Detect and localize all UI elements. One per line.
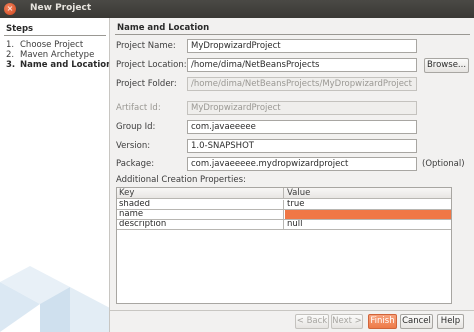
project-name-input[interactable]: [187, 39, 417, 53]
project-location-label: Project Location:: [116, 60, 187, 70]
version-label: Version:: [116, 141, 151, 151]
name-and-location-panel: Name and Location Project Name: Project …: [111, 18, 474, 310]
netbeans-watermark-icon: [0, 266, 109, 332]
project-folder-input: [187, 77, 417, 91]
table-cell-value-selected[interactable]: [285, 210, 451, 219]
close-icon[interactable]: ×: [4, 3, 16, 15]
back-button[interactable]: < Back: [295, 314, 329, 329]
column-header-value[interactable]: Value: [285, 188, 451, 199]
window-titlebar: × New Project: [0, 0, 474, 18]
artifact-id-label: Artifact Id:: [116, 103, 161, 113]
step-item-name-and-location: 3. Name and Location: [6, 60, 110, 70]
table-cell-value[interactable]: true: [285, 200, 451, 209]
table-cell-key[interactable]: shaded: [117, 200, 284, 209]
finish-button[interactable]: Finish: [368, 314, 397, 329]
artifact-id-input: [187, 101, 417, 115]
step-item-maven-archetype: 2. Maven Archetype: [6, 50, 95, 60]
table-row[interactable]: name: [117, 210, 451, 220]
step-item-choose-project: 1. Choose Project: [6, 40, 84, 50]
table-header: Key Value: [117, 188, 451, 199]
group-id-label: Group Id:: [116, 122, 156, 132]
steps-header: Steps: [6, 24, 34, 34]
package-optional-hint: (Optional): [422, 159, 465, 169]
steps-divider: [4, 35, 106, 36]
panel-divider: [115, 34, 470, 35]
panel-title: Name and Location: [117, 23, 210, 33]
group-id-input[interactable]: [187, 120, 417, 134]
table-row[interactable]: description null: [117, 220, 451, 230]
button-bar-divider: [110, 310, 474, 311]
steps-list: 1. Choose Project 2. Maven Archetype 3. Nam…: [6, 40, 110, 70]
table-cell-key[interactable]: name: [117, 210, 284, 219]
properties-label: Additional Creation Properties:: [116, 175, 246, 185]
window-title: New Project: [30, 3, 92, 13]
column-header-key[interactable]: Key: [117, 188, 284, 199]
version-input[interactable]: [187, 139, 417, 153]
next-button[interactable]: Next >: [331, 314, 363, 329]
steps-panel: Steps 1. Choose Project 2. Maven Archetype…: [0, 18, 110, 332]
cancel-button[interactable]: Cancel: [400, 314, 433, 329]
project-name-label: Project Name:: [116, 41, 176, 51]
properties-table[interactable]: Key Value shaded true name description n…: [116, 187, 452, 304]
package-input[interactable]: [187, 157, 417, 171]
package-label: Package:: [116, 159, 155, 169]
help-button[interactable]: Help: [437, 314, 464, 329]
table-cell-value[interactable]: null: [285, 220, 451, 229]
table-cell-key[interactable]: description: [117, 220, 284, 229]
project-location-input[interactable]: [187, 58, 417, 72]
table-row[interactable]: shaded true: [117, 200, 451, 210]
browse-button[interactable]: Browse...: [424, 58, 469, 73]
project-folder-label: Project Folder:: [116, 79, 177, 89]
